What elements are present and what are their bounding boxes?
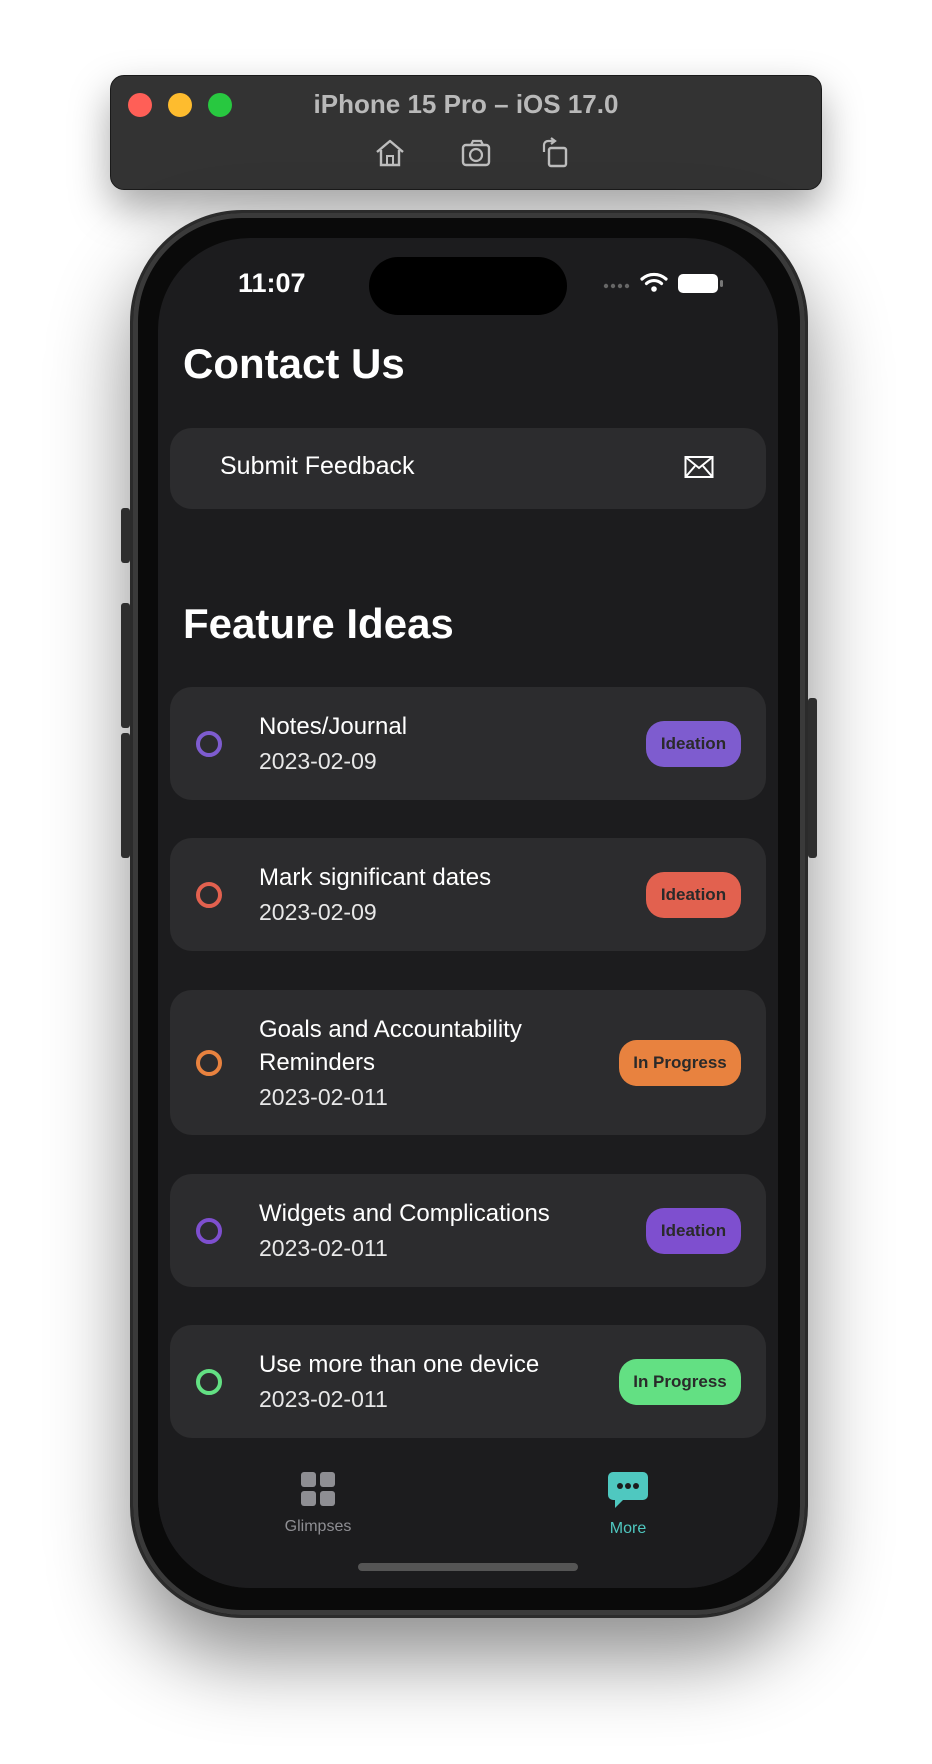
feature-title: Mark significant dates — [259, 864, 492, 891]
screenshot-icon[interactable] — [460, 136, 494, 170]
feature-card[interactable]: Notes/Journal 2023-02-09 Ideation — [170, 687, 766, 800]
feature-date: 2023-02-011 — [259, 1235, 388, 1261]
cellular-signal-icon — [603, 283, 630, 289]
contact-heading: Contact Us — [183, 340, 405, 387]
status-badge: In Progress — [619, 1359, 741, 1405]
status-indicators — [603, 272, 723, 293]
tab-more[interactable]: More — [548, 1471, 708, 1538]
feature-title: Notes/Journal — [259, 713, 408, 740]
volume-up-button — [121, 603, 130, 728]
feature-date: 2023-02-09 — [259, 899, 377, 925]
action-button — [121, 508, 130, 563]
submit-feedback-label: Submit Feedback — [220, 452, 415, 480]
home-icon[interactable] — [373, 136, 407, 170]
submit-feedback-button[interactable]: Submit Feedback — [170, 428, 766, 509]
feature-card[interactable]: Mark significant dates 2023-02-09 Ideati… — [170, 838, 766, 951]
tab-label: Glimpses — [284, 1518, 352, 1535]
feature-title: Goals and Accountability Reminders — [259, 1016, 522, 1076]
status-badge: Ideation — [646, 872, 741, 918]
chat-bubble-icon — [608, 1472, 648, 1508]
volume-down-button — [121, 733, 130, 858]
grid-icon — [301, 1472, 335, 1506]
iphone-frame: 11:07 Contact Us Submit Feedback Feature… — [121, 210, 817, 1618]
simulator-title: iPhone 15 Pro – iOS 17.0 — [313, 89, 619, 119]
feature-date: 2023-02-011 — [259, 1386, 388, 1412]
status-time: 11:07 — [238, 268, 306, 298]
status-ring-icon — [196, 731, 222, 757]
feature-ideas-heading: Feature Ideas — [183, 600, 454, 647]
status-badge: In Progress — [619, 1040, 741, 1086]
status-badge: Ideation — [646, 721, 741, 767]
feature-date: 2023-02-011 — [259, 1084, 388, 1110]
feature-card[interactable]: Widgets and Complications 2023-02-011 Id… — [170, 1174, 766, 1287]
feature-title: Use more than one device — [259, 1351, 540, 1378]
power-button — [808, 698, 817, 858]
feature-card[interactable]: Goals and Accountability Reminders 2023-… — [170, 990, 766, 1135]
status-ring-icon — [196, 1369, 222, 1395]
tab-glimpses[interactable]: Glimpses — [238, 1471, 398, 1536]
feature-card[interactable]: Use more than one device 2023-02-011 In … — [170, 1325, 766, 1438]
status-badge: Ideation — [646, 1208, 741, 1254]
wifi-icon — [640, 272, 668, 292]
feature-date: 2023-02-09 — [259, 748, 377, 774]
rotate-icon[interactable] — [539, 136, 573, 170]
status-ring-icon — [196, 882, 222, 908]
phone-screen: 11:07 Contact Us Submit Feedback Feature… — [158, 238, 778, 1588]
envelope-icon — [684, 456, 714, 478]
tab-label: More — [609, 1520, 647, 1537]
battery-icon — [678, 274, 723, 293]
simulator-toolbar: iPhone 15 Pro – iOS 17.0 — [110, 75, 822, 190]
status-ring-icon — [196, 1050, 222, 1076]
home-indicator — [358, 1563, 578, 1571]
dynamic-island — [369, 257, 567, 315]
feature-title: Widgets and Complications — [259, 1200, 550, 1227]
status-ring-icon — [196, 1218, 222, 1244]
